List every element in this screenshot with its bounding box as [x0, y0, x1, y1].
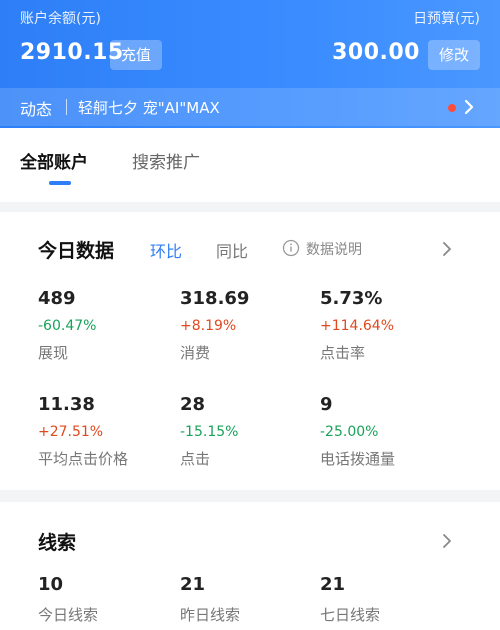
metric-change: +27.51%	[38, 424, 104, 440]
account-tabs: 全部账户 搜索推广	[0, 128, 500, 202]
balance-label: 账户余额(元)	[20, 11, 101, 27]
metric-value: 318.69	[180, 288, 250, 309]
tab-search-promotion[interactable]: 搜索推广	[132, 148, 200, 173]
news-text: 轻舸七夕 宠"AI"MAX	[78, 99, 220, 117]
today-data-title: 今日数据	[38, 240, 115, 262]
compare-mom-toggle[interactable]: 环比	[150, 238, 182, 262]
unread-dot-icon	[448, 104, 456, 112]
metric-value: 11.38	[38, 394, 95, 415]
lead-value: 10	[38, 574, 64, 595]
metric-change: +8.19%	[180, 318, 237, 334]
data-explanation-link[interactable]: 数据说明	[306, 239, 362, 259]
budget-value: 300.00	[332, 40, 420, 65]
metric-value: 489	[38, 288, 76, 309]
metric-change: -60.47%	[38, 318, 97, 334]
metric-label: 点击	[180, 450, 211, 468]
metric-label: 电话拨通量	[320, 450, 396, 468]
leads-title: 线索	[38, 532, 77, 554]
active-tab-indicator	[49, 181, 71, 185]
metric-change: -25.00%	[320, 424, 379, 440]
lead-label: 七日线索	[320, 606, 381, 624]
metric-change: +114.64%	[320, 318, 395, 334]
metric-value: 9	[320, 394, 333, 415]
news-title: 动态	[20, 100, 53, 119]
tab-all-accounts[interactable]: 全部账户	[20, 148, 88, 173]
today-data-card: 今日数据 环比 同比 数据说明 489 -60.47% 展现 318.69 +8…	[0, 212, 500, 490]
account-header: 账户余额(元) 日预算(元) 2910.15 充值 300.00 修改 动态 轻…	[0, 0, 500, 128]
leads-card: 线索 10 今日线索 21 昨日线索 21 七日线索	[0, 502, 500, 630]
news-divider	[66, 99, 67, 115]
metric-value: 5.73%	[320, 288, 383, 309]
info-icon[interactable]	[282, 239, 300, 257]
metric-label: 平均点击价格	[38, 450, 129, 468]
budget-label: 日预算(元)	[413, 11, 480, 27]
metric-change: -15.15%	[180, 424, 239, 440]
chevron-right-icon[interactable]	[440, 240, 454, 258]
metric-label: 消费	[180, 344, 211, 362]
recharge-button[interactable]: 充值	[110, 40, 162, 70]
lead-label: 昨日线索	[180, 606, 241, 624]
chevron-right-icon[interactable]	[440, 532, 454, 550]
lead-value: 21	[180, 574, 206, 595]
metric-label: 展现	[38, 344, 69, 362]
compare-yoy-toggle[interactable]: 同比	[216, 238, 248, 262]
lead-value: 21	[320, 574, 346, 595]
metric-value: 28	[180, 394, 206, 415]
news-bar[interactable]: 动态 轻舸七夕 宠"AI"MAX	[0, 88, 500, 126]
lead-label: 今日线索	[38, 606, 99, 624]
balance-value: 2910.15	[20, 40, 124, 65]
modify-budget-button[interactable]: 修改	[428, 40, 480, 70]
metric-label: 点击率	[320, 344, 366, 362]
chevron-right-icon[interactable]	[460, 98, 478, 116]
